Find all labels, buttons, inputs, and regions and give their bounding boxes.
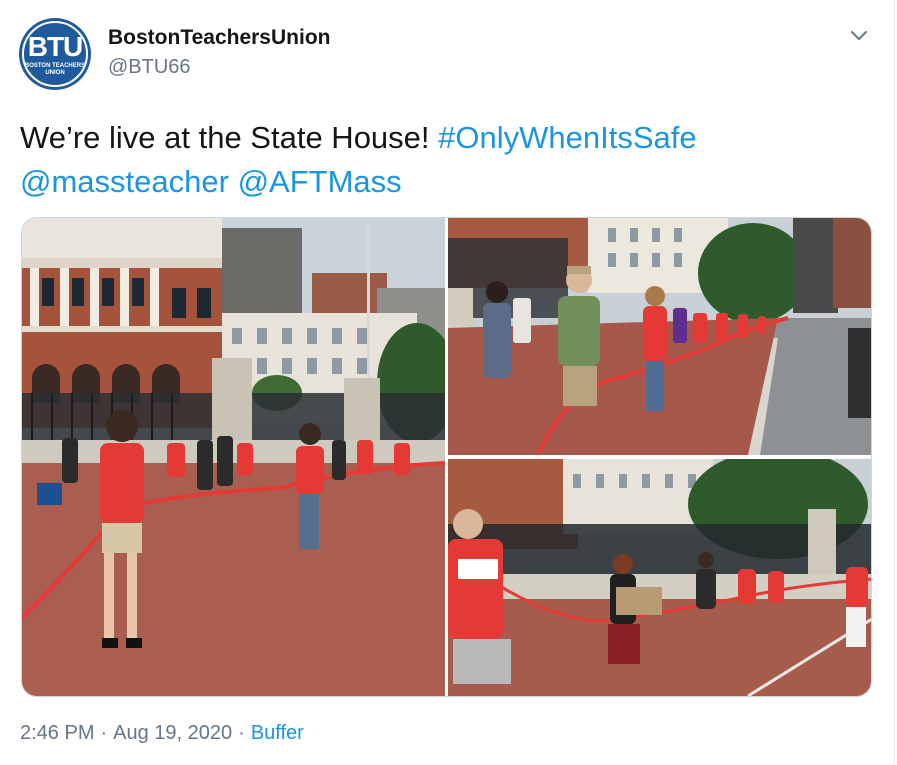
avatar-logo-letters: BTU	[27, 31, 84, 62]
tweet-source-link[interactable]: Buffer	[251, 722, 304, 744]
tweet-card: BTU BOSTON TEACHERS UNION BostonTeachers…	[0, 0, 895, 765]
tweet-date[interactable]: Aug 19, 2020	[113, 722, 232, 744]
author-display-name[interactable]: BostonTeachersUnion	[108, 26, 330, 50]
footer-separator: ·	[100, 722, 108, 744]
tweet-time[interactable]: 2:46 PM	[20, 722, 94, 744]
tweet-text: We’re live at the State House! #OnlyWhen…	[20, 116, 870, 204]
photo-state-house-protest-image	[22, 218, 445, 696]
media-grid	[21, 217, 872, 697]
tweet-text-plain: We’re live at the State House!	[20, 120, 439, 155]
hashtag-link[interactable]: #OnlyWhenItsSafe	[438, 120, 696, 155]
author-handle[interactable]: @BTU66	[108, 56, 191, 79]
photo-sidewalk-line[interactable]	[448, 218, 871, 455]
avatar[interactable]: BTU BOSTON TEACHERS UNION	[19, 18, 91, 90]
more-options-button[interactable]	[848, 24, 870, 46]
mention-link-aftmass[interactable]: @AFTMass	[238, 164, 402, 199]
footer-separator-2: ·	[238, 722, 245, 744]
tweet-footer: 2:46 PM · Aug 19, 2020 · Buffer	[20, 722, 304, 745]
mention-link-massteacher[interactable]: @massteacher	[20, 164, 229, 199]
photo-state-house-protest[interactable]	[22, 218, 445, 696]
photo-fence-signs-image	[448, 459, 871, 696]
photo-sidewalk-line-image	[448, 218, 871, 455]
avatar-logo-subtext: BOSTON TEACHERS UNION	[24, 63, 86, 76]
photo-fence-signs[interactable]	[448, 459, 871, 696]
chevron-down-icon	[851, 31, 867, 40]
